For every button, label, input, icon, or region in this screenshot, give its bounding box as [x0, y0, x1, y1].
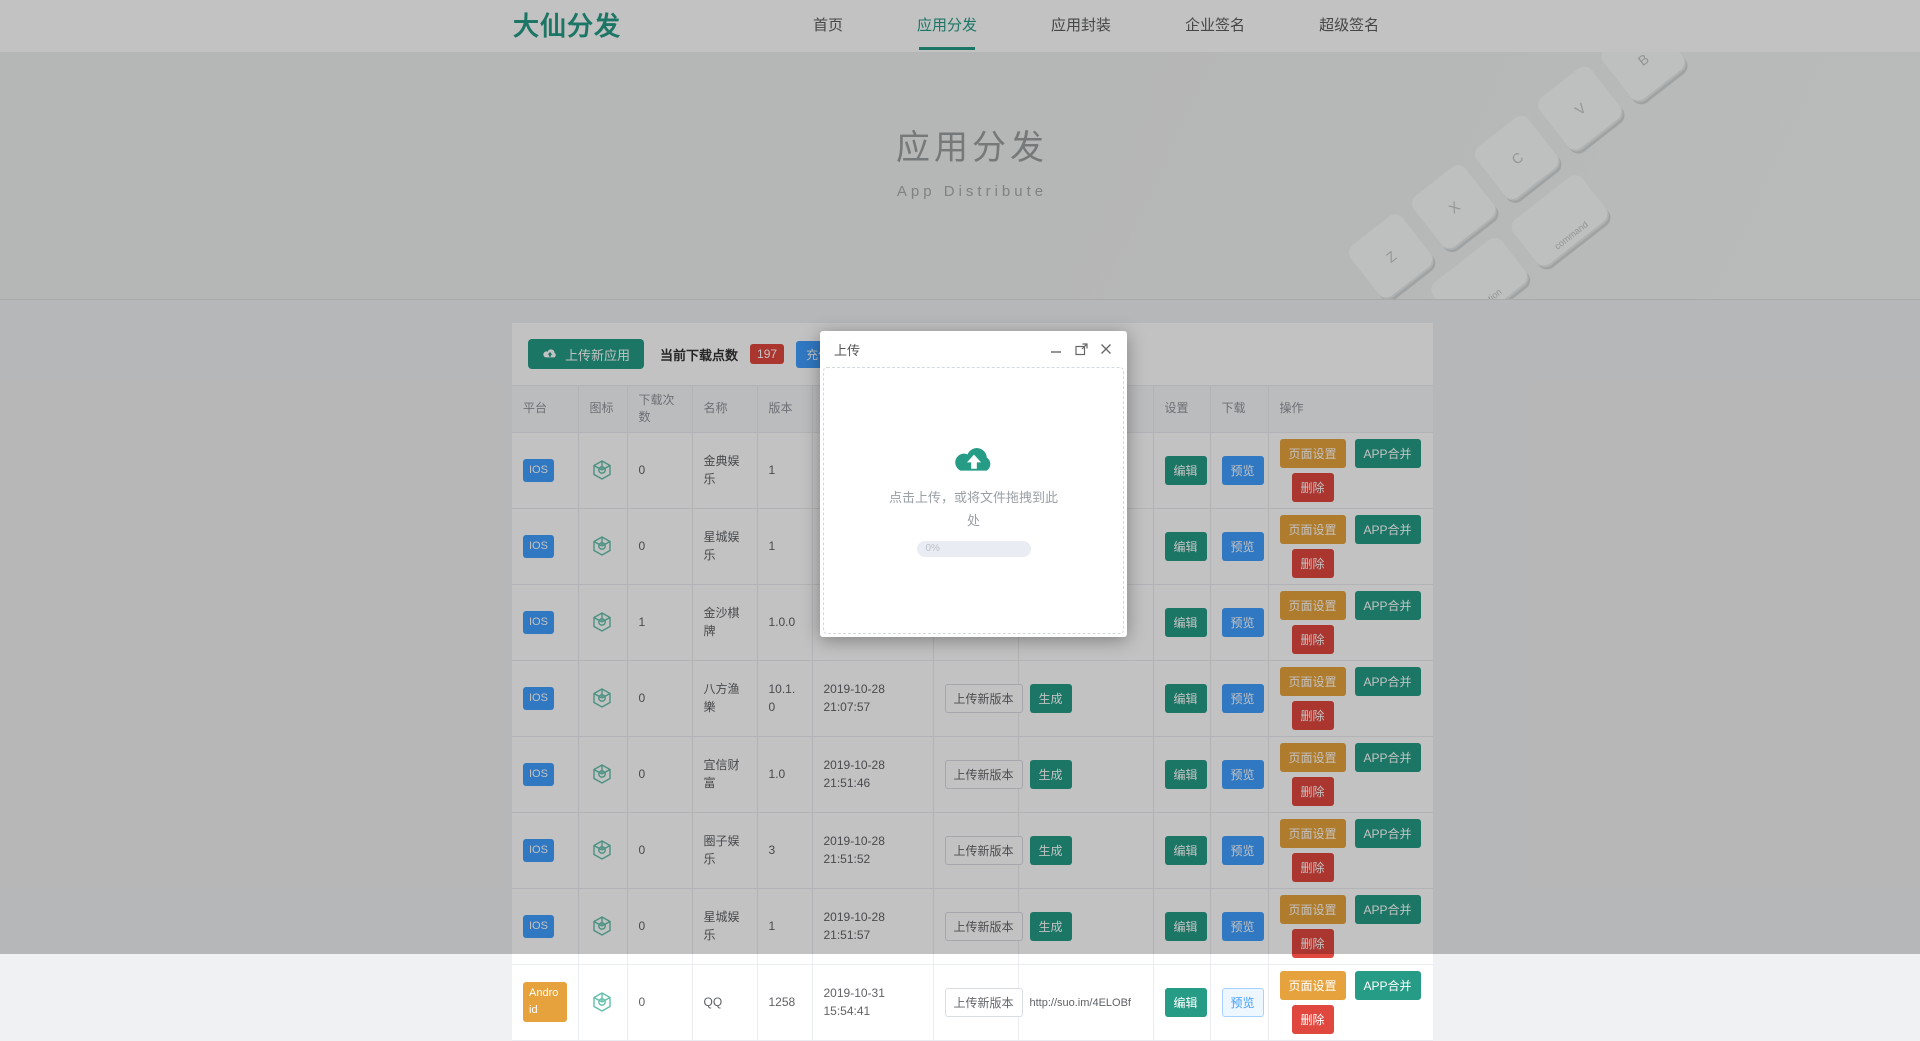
upload-dropzone[interactable]: 点击上传，或将文件拖拽到此处 0% — [823, 367, 1124, 634]
upload-progress-bar: 0% — [917, 541, 1031, 557]
table-row: Android 0 QQ 1258 2019-10-31 15:54:41 上传… — [512, 964, 1433, 1040]
download-link[interactable]: http://suo.im/4ELOBf — [1030, 997, 1132, 1009]
date-line: 2019-10-31 — [824, 984, 922, 1003]
app-name: QQ — [692, 964, 757, 1040]
time-line: 15:54:41 — [824, 1002, 922, 1021]
app-version: 1258 — [757, 964, 812, 1040]
app-default-icon — [590, 990, 614, 1014]
dropzone-hint: 点击上传，或将文件拖拽到此处 — [886, 487, 1062, 533]
download-count: 0 — [627, 964, 692, 1040]
delete-button[interactable]: 删除 — [1292, 1005, 1334, 1034]
upload-dialog-header: 上传 — [820, 331, 1127, 367]
platform-badge: Android — [523, 982, 567, 1022]
cloud-upload-icon — [951, 444, 997, 478]
upload-dialog: 上传 点击上传，或将文件拖拽到此处 0% — [820, 331, 1127, 637]
upload-new-version-button[interactable]: 上传新版本 — [945, 988, 1023, 1017]
minimize-icon[interactable] — [1049, 342, 1063, 356]
upload-dialog-title: 上传 — [834, 340, 1049, 359]
app-merge-button[interactable]: APP合并 — [1355, 971, 1421, 1000]
maximize-icon[interactable] — [1074, 342, 1088, 356]
page-setting-button[interactable]: 页面设置 — [1280, 971, 1346, 1000]
preview-button[interactable]: 预览 — [1222, 988, 1264, 1017]
close-icon[interactable] — [1099, 342, 1113, 356]
edit-button[interactable]: 编辑 — [1165, 988, 1207, 1017]
